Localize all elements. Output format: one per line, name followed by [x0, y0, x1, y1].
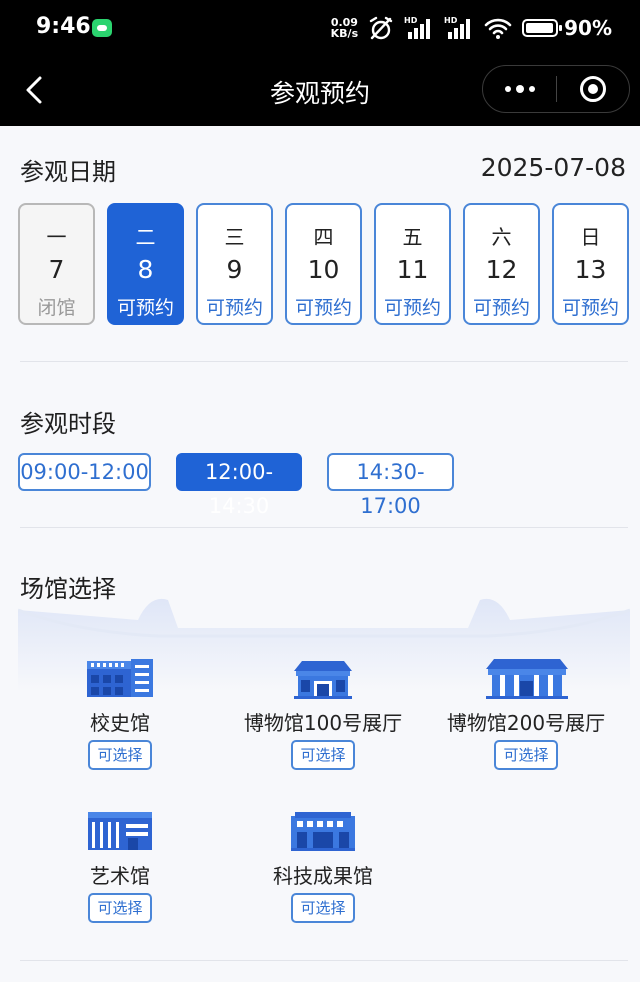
- day-number: 12: [485, 255, 518, 284]
- signal-hd-2-icon: HD: [444, 16, 471, 39]
- museum-hall-100-icon: [294, 661, 352, 699]
- visit-time-label: 参观时段: [20, 410, 116, 438]
- time-slot-option[interactable]: 14:30-17:00: [327, 453, 454, 518]
- day-option[interactable]: 日 13 可预约: [552, 203, 629, 325]
- section-divider: [20, 361, 628, 362]
- day-status: 可预约: [472, 297, 530, 319]
- day-number: 9: [226, 255, 243, 284]
- svg-text:HD: HD: [404, 16, 418, 25]
- venue-card: 博物馆100号展厅 可选择: [223, 655, 423, 775]
- venue-card: 艺术馆 可选择: [40, 808, 200, 928]
- day-number: 10: [307, 255, 340, 284]
- target-circle-icon: [579, 76, 606, 102]
- day-number: 11: [396, 255, 429, 284]
- day-weekday: 二: [135, 225, 156, 249]
- more-dot-icon: [528, 86, 535, 92]
- day-option[interactable]: 三 9 可预约: [196, 203, 273, 325]
- venue-name: 博物馆200号展厅: [446, 711, 606, 735]
- venue-card: 博物馆200号展厅 可选择: [426, 655, 626, 775]
- status-time: 9:46: [36, 14, 91, 39]
- day-weekday: 五: [402, 225, 423, 249]
- day-weekday: 六: [491, 225, 512, 249]
- day-option[interactable]: 一 7 闭馆: [18, 203, 95, 325]
- day-status: 可预约: [205, 297, 263, 319]
- day-status: 闭馆: [37, 297, 76, 319]
- section-divider: [20, 527, 628, 528]
- wifi-icon: [484, 18, 512, 39]
- alarm-off-icon: [369, 16, 393, 40]
- day-weekday: 日: [580, 225, 601, 249]
- network-speed: 0.09 KB/s: [330, 16, 359, 40]
- battery-icon: [522, 19, 563, 37]
- school-history-building-icon: [87, 659, 153, 697]
- day-status: 可预约: [561, 297, 619, 319]
- nav-bar: 参观预约: [0, 56, 640, 126]
- venue-name: 博物馆100号展厅: [243, 711, 403, 735]
- day-status: 可预约: [294, 297, 352, 319]
- time-slot-option[interactable]: 09:00-12:00: [18, 453, 151, 491]
- more-dot-icon: [515, 85, 524, 93]
- venue-name: 艺术馆: [90, 864, 150, 888]
- day-option[interactable]: 二 8 可预约: [107, 203, 184, 325]
- day-number: 13: [574, 255, 607, 284]
- status-bar: 9:46 0.09 KB/s HD HD 90%: [0, 0, 640, 56]
- status-icons: 0.09 KB/s HD HD 90%: [331, 13, 612, 43]
- venue-select-button[interactable]: 可选择: [291, 740, 355, 770]
- more-dot-icon: [504, 86, 511, 92]
- battery-percentage: 90%: [564, 16, 612, 40]
- day-status: 可预约: [383, 297, 441, 319]
- mini-program-capsule: [482, 65, 630, 113]
- venue-select-button[interactable]: 可选择: [88, 740, 152, 770]
- day-number: 8: [137, 255, 154, 284]
- art-gallery-building-icon: [88, 812, 152, 850]
- svg-text:HD: HD: [444, 16, 458, 25]
- day-status: 可预约: [116, 297, 174, 319]
- venue-card: 科技成果馆 可选择: [223, 808, 423, 928]
- section-divider: [20, 960, 628, 961]
- visit-date-label: 参观日期: [20, 158, 116, 186]
- day-weekday: 一: [46, 225, 67, 249]
- venue-select-button[interactable]: 可选择: [494, 740, 558, 770]
- selected-date: 2025-07-08: [480, 153, 626, 182]
- date-picker: 一 7 闭馆 二 8 可预约 三 9 可预约 四 10 可预约 五 11 可预约…: [18, 203, 630, 325]
- venue-card: 校史馆 可选择: [40, 655, 200, 775]
- day-weekday: 三: [224, 225, 245, 249]
- day-weekday: 四: [313, 225, 334, 249]
- tech-achievement-building-icon: [291, 812, 355, 851]
- venue-select-button[interactable]: 可选择: [88, 893, 152, 923]
- day-number: 7: [48, 255, 65, 284]
- venue-name: 校史馆: [90, 711, 150, 735]
- signal-hd-1-icon: HD: [404, 16, 431, 39]
- day-option[interactable]: 六 12 可预约: [463, 203, 540, 325]
- day-option[interactable]: 四 10 可预约: [285, 203, 362, 325]
- close-mini-program-button[interactable]: [557, 66, 629, 112]
- venue-name: 科技成果馆: [273, 864, 373, 888]
- day-option[interactable]: 五 11 可预约: [374, 203, 451, 325]
- battery-indicator: 90%: [522, 16, 612, 40]
- more-options-button[interactable]: [483, 66, 556, 112]
- museum-hall-200-icon: [486, 659, 568, 699]
- chat-app-icon: [92, 19, 112, 37]
- venue-select-button[interactable]: 可选择: [291, 893, 355, 923]
- time-slot-option[interactable]: 12:00-14:30: [176, 453, 302, 518]
